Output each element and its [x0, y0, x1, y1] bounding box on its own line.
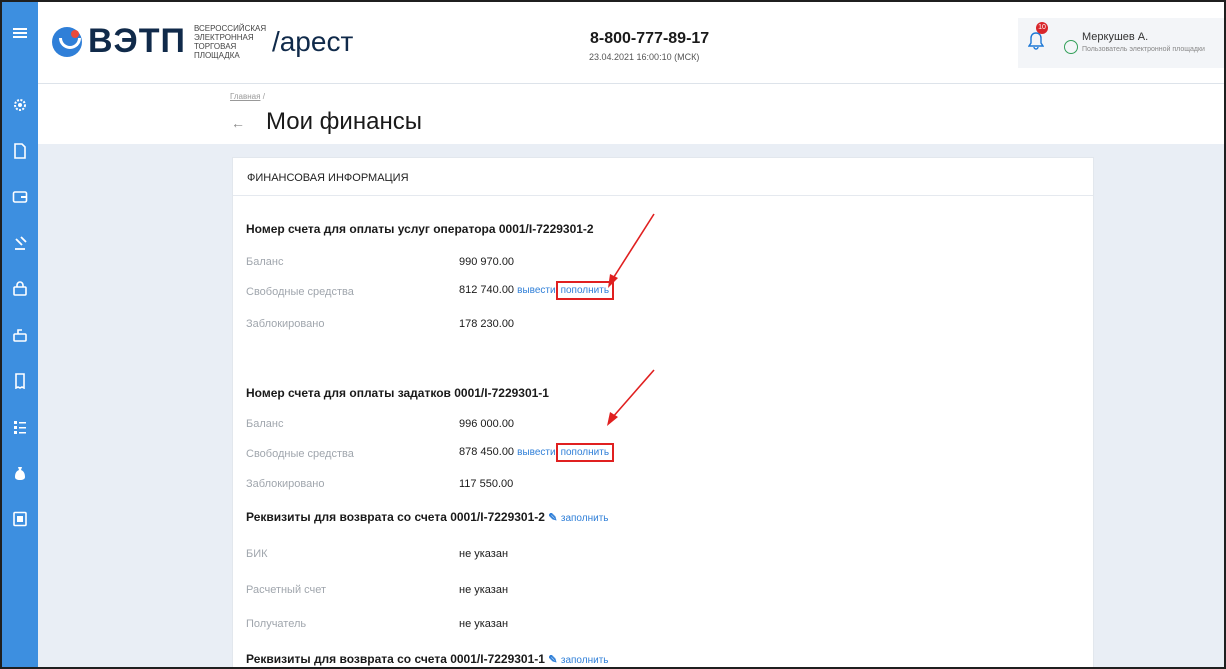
breadcrumb: Главная / [230, 92, 265, 101]
account-value: не указан [459, 584, 509, 596]
refund-details-title: Реквизиты для возврата со счета 0001/I-7… [246, 652, 609, 666]
withdraw-link[interactable]: вывести [517, 447, 555, 458]
blocked-value: 178 230.00 [459, 318, 515, 330]
server-datetime: 23.04.2021 16:00:10 (МСК) [589, 52, 700, 62]
user-role: Пользователь электронной площадки [1082, 46, 1205, 53]
logo-subtitle: Всероссийская электронная торговая площа… [193, 23, 267, 60]
receipt-icon[interactable] [2, 366, 38, 396]
bik-value: не указан [459, 548, 509, 560]
free-funds-row: 878 450.00 вывести пополнить [459, 443, 615, 462]
fill-link[interactable]: заполнить [561, 655, 609, 666]
recipient-label: Получатель [246, 618, 307, 630]
free-funds-label: Свободные средства [246, 286, 354, 298]
logo-text: ВЭТП [88, 22, 186, 60]
edit-icon[interactable]: ✎ [548, 512, 557, 524]
balance-label: Баланс [246, 256, 284, 268]
page-title: Мои финансы [266, 108, 422, 135]
breadcrumb-separator: / [262, 92, 265, 101]
blocked-value: 117 550.00 [459, 478, 514, 490]
topup-link[interactable]: пополнить [555, 443, 615, 462]
money-bag-icon[interactable] [2, 458, 38, 488]
refund-details-title: Реквизиты для возврата со счета 0001/I-7… [246, 510, 609, 524]
free-funds-row: 812 740.00 вывести пополнить [459, 281, 615, 300]
bik-label: БИК [246, 548, 268, 560]
financial-info-card: ФИНАНСОВАЯ ИНФОРМАЦИЯ Номер счета для оп… [232, 157, 1094, 667]
free-funds-value: 878 450.00 [459, 446, 515, 458]
user-name[interactable]: Меркушев А. [1082, 31, 1148, 43]
app-frame: ВЭТП Всероссийская электронная торговая … [0, 0, 1226, 669]
section-name: /арест [271, 25, 354, 57]
avatar[interactable] [1064, 40, 1078, 54]
sidebar [2, 2, 38, 667]
fill-link[interactable]: заполнить [561, 513, 609, 524]
account-deposits-title: Номер счета для оплаты задатков 0001/I-7… [246, 386, 549, 400]
blocked-label: Заблокировано [246, 318, 325, 330]
menu-icon[interactable] [2, 18, 38, 48]
edit-icon[interactable]: ✎ [548, 654, 557, 666]
balance-label: Баланс [246, 418, 284, 430]
page-header: Главная / ← Мои финансы [38, 84, 1224, 144]
refund-title-text: Реквизиты для возврата со счета 0001/I-7… [246, 510, 545, 524]
recipient-value: не указан [459, 618, 509, 630]
user-panel[interactable]: 10 Меркушев А. Пользователь электронной … [1018, 18, 1224, 68]
logo[interactable]: ВЭТП Всероссийская электронная торговая … [52, 22, 353, 61]
bell-icon[interactable] [1028, 32, 1044, 50]
notification-badge: 10 [1036, 22, 1048, 34]
logo-mark-icon [52, 26, 82, 57]
balance-value: 996 000.00 [459, 418, 515, 430]
annotation-arrow-icon [607, 369, 655, 426]
back-arrow-icon[interactable]: ← [231, 115, 245, 131]
wallet-icon[interactable] [2, 182, 38, 212]
annotation-arrow-icon [608, 213, 655, 288]
free-funds-label: Свободные средства [246, 448, 354, 460]
settings-icon[interactable] [2, 90, 38, 120]
card-header: ФИНАНСОВАЯ ИНФОРМАЦИЯ [233, 158, 1093, 196]
breadcrumb-home-link[interactable]: Главная [230, 92, 260, 101]
lot-icon[interactable] [2, 320, 38, 350]
card-title: ФИНАНСОВАЯ ИНФОРМАЦИЯ [247, 172, 409, 184]
account-operator-title: Номер счета для оплаты услуг оператора 0… [246, 222, 594, 236]
withdraw-link[interactable]: вывести [517, 285, 555, 296]
list-icon[interactable] [2, 412, 38, 442]
top-header: ВЭТП Всероссийская электронная торговая … [38, 2, 1224, 84]
support-phone: 8-800-777-89-17 [590, 30, 710, 47]
auction-icon[interactable] [2, 228, 38, 258]
balance-value: 990 970.00 [459, 256, 515, 268]
document-icon[interactable] [2, 136, 38, 166]
bag-icon[interactable] [2, 274, 38, 304]
free-funds-value: 812 740.00 [459, 284, 515, 296]
refund-title-text: Реквизиты для возврата со счета 0001/I-7… [246, 652, 545, 666]
account-label: Расчетный счет [246, 584, 327, 596]
blocked-label: Заблокировано [246, 478, 325, 490]
contract-icon[interactable] [2, 504, 38, 534]
